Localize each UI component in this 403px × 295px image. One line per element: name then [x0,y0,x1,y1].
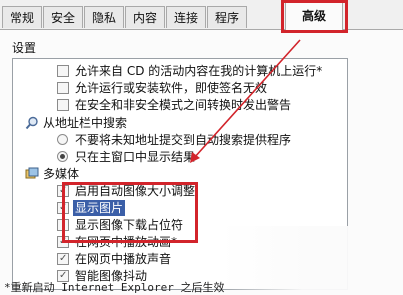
checkbox[interactable] [57,200,69,216]
tab-content[interactable]: 内容 [125,6,165,28]
setting-label: 启用自动图像大小调整 [75,184,196,198]
category-label: 多媒体 [43,167,80,181]
checkbox[interactable] [57,234,69,250]
tab-security[interactable]: 安全 [43,6,83,28]
setting-label: 在网页中播放声音 [75,252,172,266]
setting-label: 显示图像下载占位符 [75,218,184,232]
checkbox[interactable] [57,65,69,77]
checkbox[interactable] [57,99,69,111]
setting-label: 在安全和非安全模式之间转换时发出警告 [75,98,292,112]
tab-advanced[interactable]: 高级 [285,2,343,30]
magnifier-icon [25,116,38,130]
checkbox[interactable] [57,82,69,94]
tab-bar: 常规 安全 隐私 内容 连接 程序 高级 [0,0,403,30]
setting-label: 允许运行或安装软件，即使签名无效 [75,81,268,95]
multimedia-icon [25,167,39,179]
restart-footnote: *重新启动 Internet Explorer 之后生效 [4,281,225,294]
tab-connections[interactable]: 连接 [166,6,206,28]
checkbox[interactable] [57,219,69,231]
tab-programs[interactable]: 程序 [207,6,247,28]
radio-button[interactable] [57,134,68,145]
setting-label: 不要将未知地址提交到自动搜索提供程序 [75,133,292,147]
tab-privacy[interactable]: 隐私 [84,6,124,28]
tab-general[interactable]: 常规 [2,6,42,28]
category-label: 从地址栏中搜索 [43,116,128,130]
settings-group-title: 设置 [12,41,37,55]
setting-label: 只在主窗口中显示结果 [75,150,196,164]
setting-label-selected: 显示图片 [73,200,126,216]
checkbox[interactable] [57,251,69,267]
image-fade-overlay [220,226,403,295]
setting-label: 在网页中播放动画* [75,235,178,249]
checkbox[interactable] [57,183,69,199]
radio-button[interactable] [57,151,68,162]
setting-label: 允许来自 CD 的活动内容在我的计算机上运行* [75,64,323,78]
